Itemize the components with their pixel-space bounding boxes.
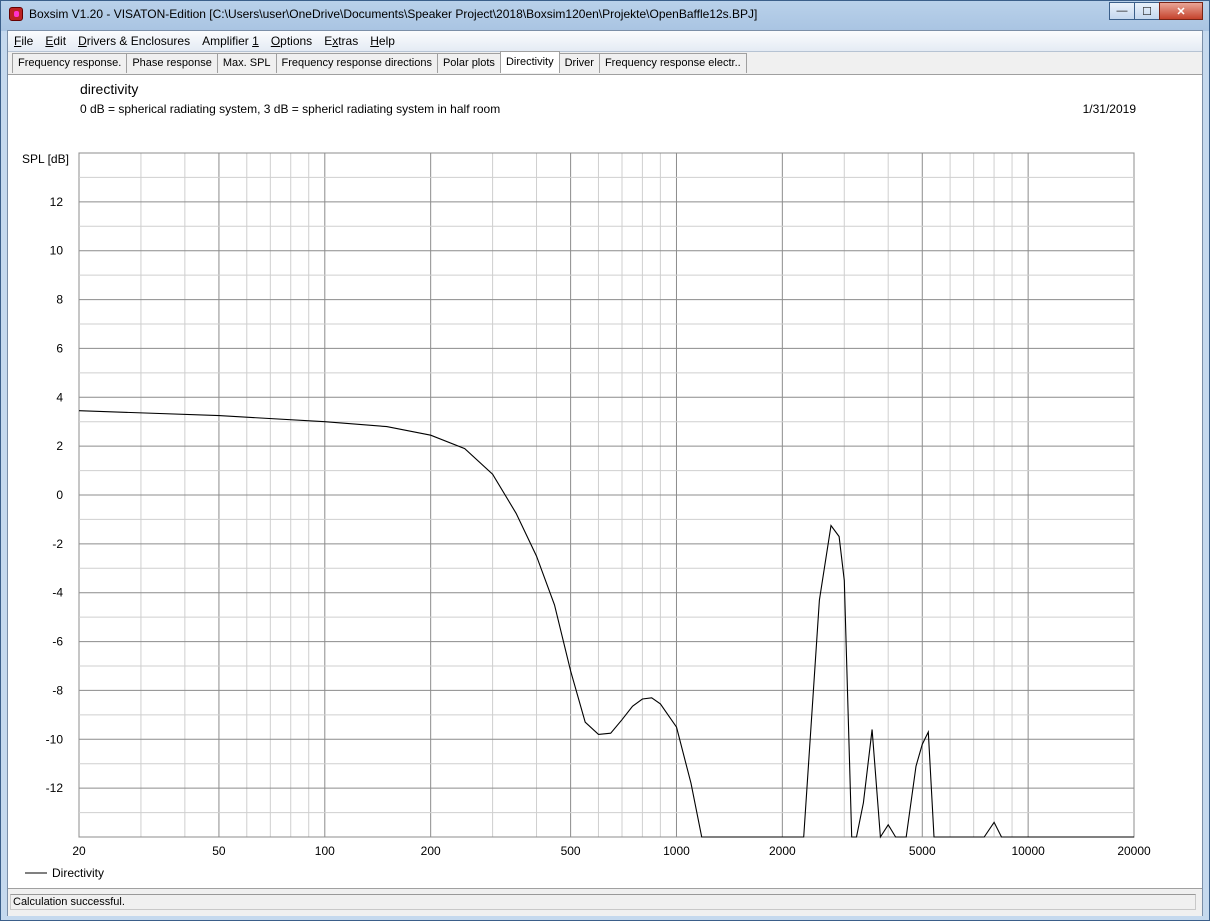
x-tick-label: 1000 — [663, 844, 690, 858]
tab[interactable]: Frequency response electr.. — [598, 53, 747, 73]
menu-label-rest: ptions — [280, 34, 313, 48]
y-tick-label: -12 — [46, 781, 64, 795]
y-tick-label: 12 — [50, 195, 64, 209]
menu-item[interactable]: File — [8, 31, 39, 51]
x-tick-label: 2000 — [769, 844, 796, 858]
y-tick-label: 6 — [56, 341, 63, 355]
window-controls: ― ☐ ✕ — [1109, 2, 1203, 20]
window-title: Boxsim V1.20 - VISATON-Edition [C:\Users… — [29, 7, 758, 21]
tab[interactable]: Driver — [558, 53, 600, 73]
tab[interactable]: Frequency response. — [12, 53, 128, 73]
directivity-chart[interactable]: 121086420-2-4-6-8-10-12SPL [dB]20 50 100 20… — [8, 75, 1202, 885]
x-tick-label: 20 — [72, 844, 86, 858]
minimize-button[interactable]: ― — [1109, 2, 1135, 20]
y-tick-label: 8 — [56, 293, 63, 307]
x-tick-label: 500 — [561, 844, 581, 858]
y-tick-label: 2 — [56, 439, 63, 453]
menu-label-rest: ile — [21, 34, 34, 48]
tab[interactable]: Polar plots — [436, 53, 501, 73]
tab[interactable]: Directivity — [499, 51, 560, 73]
y-tick-label: -8 — [52, 683, 63, 697]
maximize-icon: ☐ — [1142, 5, 1152, 18]
x-tick-label: 5000 — [909, 844, 936, 858]
y-tick-label: -6 — [52, 635, 63, 649]
y-tick-label: 0 — [56, 488, 63, 502]
status-bar: Calculation successful. — [8, 888, 1202, 916]
y-tick-label: 4 — [56, 390, 63, 404]
menu-item[interactable]: Extras — [318, 31, 364, 51]
x-tick-label: 100 — [315, 844, 335, 858]
menu-label-accelerator: 1 — [252, 34, 259, 48]
minimize-icon: ― — [1116, 5, 1128, 17]
directivity-plot-panel: directivity 0 dB = spherical radiating s… — [8, 75, 1202, 885]
menu-label-accelerator: H — [370, 34, 379, 48]
status-text: Calculation successful. — [10, 894, 1196, 910]
menu-item[interactable]: Options — [265, 31, 318, 51]
menu-label-rest: tras — [338, 34, 359, 48]
menu-bar: File Edit Drivers & Enclosures Amplifier 1O… — [8, 31, 1202, 52]
x-tick-label: 20000 — [1117, 844, 1151, 858]
tab-strip: Frequency response. Phase response Max. SP… — [12, 51, 747, 75]
menu-item[interactable]: Edit — [39, 31, 72, 51]
x-tick-label: 200 — [421, 844, 441, 858]
title-bar[interactable]: Boxsim V1.20 - VISATON-Edition [C:\Users… — [1, 1, 1209, 29]
menu-label-rest: rivers & Enclosures — [86, 34, 191, 48]
legend-label: Directivity — [52, 866, 104, 880]
x-tick-label: 10000 — [1011, 844, 1045, 858]
y-tick-label: -10 — [46, 732, 64, 746]
menu-label-rest: dit — [53, 34, 67, 48]
y-tick-label: 10 — [50, 244, 64, 258]
menu-label-prefix: Amplifier — [202, 34, 253, 48]
menu-label-prefix: E — [324, 34, 333, 48]
client-area: File Edit Drivers & Enclosures Amplifier 1O… — [7, 30, 1203, 916]
menu-label-rest: elp — [378, 34, 395, 48]
tab[interactable]: Max. SPL — [216, 53, 277, 73]
maximize-button[interactable]: ☐ — [1134, 2, 1160, 20]
app-icon[interactable] — [9, 7, 23, 21]
tab[interactable]: Phase response — [126, 53, 218, 73]
tab[interactable]: Frequency response directions — [275, 53, 438, 73]
y-tick-label: -4 — [52, 586, 63, 600]
y-tick-label: -2 — [52, 537, 63, 551]
close-button[interactable]: ✕ — [1159, 2, 1203, 20]
menu-item[interactable]: Amplifier 1 — [196, 31, 265, 51]
y-axis-label: SPL [dB] — [22, 152, 69, 166]
app-window: Boxsim V1.20 - VISATON-Edition [C:\Users… — [0, 0, 1210, 921]
menu-label-accelerator: D — [78, 34, 87, 48]
x-tick-label: 50 — [212, 844, 226, 858]
tab-bar: Frequency response. Phase response Max. SP… — [8, 51, 1202, 75]
menu-item[interactable]: Help — [364, 31, 401, 51]
menu-label-accelerator: O — [270, 34, 281, 48]
close-icon: ✕ — [1176, 5, 1186, 18]
menu-item[interactable]: Drivers & Enclosures — [72, 31, 196, 51]
